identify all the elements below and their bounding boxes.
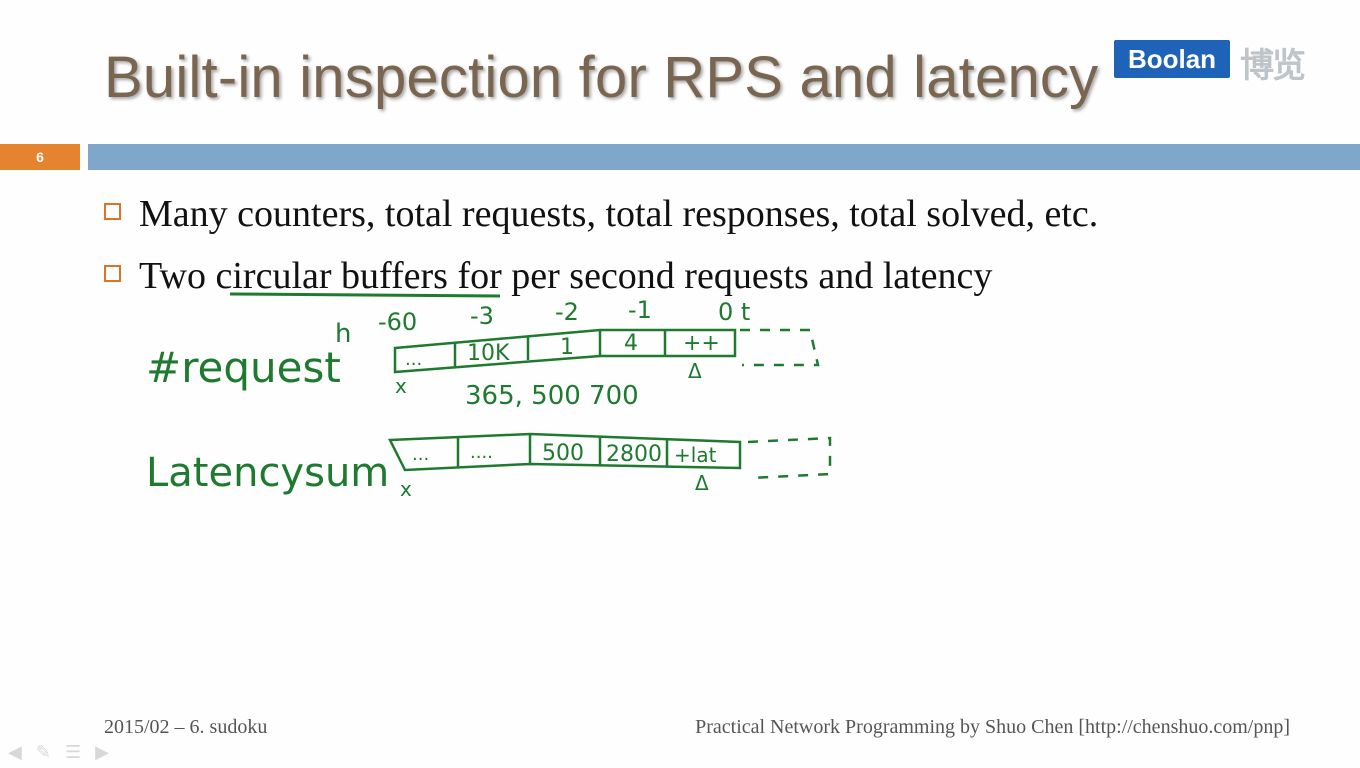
request-cell: ... [405,349,422,370]
page-number: 6 [0,144,80,170]
marker-delta: Δ [688,359,702,383]
marker-delta: Δ [695,471,709,495]
request-cell: 1 [560,335,574,360]
time-label: -3 [470,302,494,330]
bullet-box-icon [104,203,121,220]
request-cell: 10K [467,341,510,366]
request-buffer [393,328,820,374]
latency-cell: .... [470,442,493,463]
time-label: 0 t [718,298,750,326]
time-label: -2 [555,298,579,326]
boolan-logo: Boolan [1114,40,1230,78]
latency-cell: 2800 [606,442,662,467]
slide-nav: ◀ ✎ ☰ ▶ [8,742,109,763]
menu-icon[interactable]: ☰ [65,742,81,763]
values-below: 365, 500 700 [465,381,639,411]
request-cell: ++ [683,331,720,356]
marker-x: x [395,374,407,398]
bullet-text: Many counters, total requests, total res… [139,193,1099,235]
handwritten-annotation: #request h Latencysum -60 -3 -2 -1 0 t .… [146,292,832,501]
time-label: -60 [378,308,417,336]
time-label: -1 [628,296,652,324]
next-icon[interactable]: ▶ [95,742,109,763]
bullet-box-icon [104,265,121,282]
marker-x: x [400,477,412,501]
header-bar [88,144,1360,170]
slide-title: Built-in inspection for RPS and latency [104,45,1099,110]
bullet-item: Many counters, total requests, total res… [104,192,1098,236]
footer-date: 2015/02 – 6. sudoku [104,716,268,738]
latency-cell: +lat [674,443,717,467]
boolan-logo-cn: 博览 [1240,46,1306,86]
pen-icon[interactable]: ✎ [36,742,51,763]
superscript-label: h [335,319,351,349]
latency-cell: 500 [542,441,584,466]
slide: Built-in inspection for RPS and latency … [0,0,1360,768]
footer-credit: Practical Network Programming by Shuo Ch… [695,716,1290,738]
request-label: #request [146,343,341,392]
latency-cell: ... [412,444,429,465]
request-cell: 4 [624,331,638,356]
prev-icon[interactable]: ◀ [8,742,22,763]
latency-label: Latencysum [146,450,389,496]
